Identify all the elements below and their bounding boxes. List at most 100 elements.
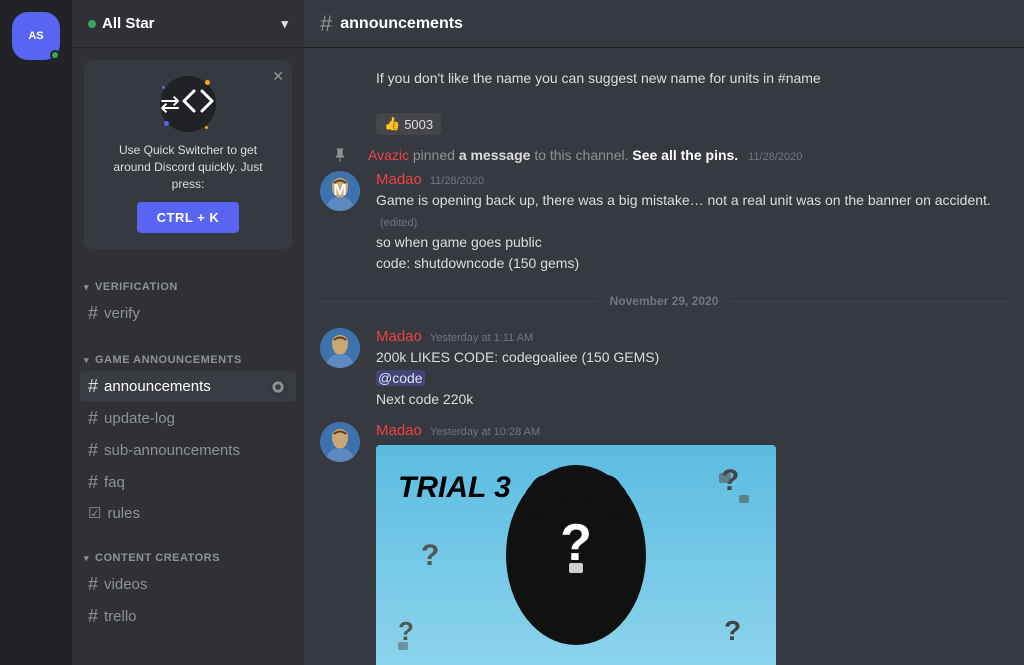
- server-dropdown-icon: ▾: [281, 16, 288, 32]
- server-name: All Star: [102, 15, 155, 32]
- channel-sidebar: All Star ▾ ✕ Use Quick Switcher to get a…: [72, 0, 304, 665]
- message-content-madao-1: Madao 11/28/2020 Game is opening back up…: [376, 171, 1008, 274]
- edited-label: (edited): [380, 217, 417, 229]
- hash-icon-announcements: #: [88, 376, 98, 397]
- category-label-verification: VERIFICATION: [95, 281, 178, 293]
- message-text-madao-2: 200k LIKES CODE: codegoaliee (150 GEMS) …: [376, 347, 1008, 410]
- hash-icon-verify: #: [88, 303, 98, 324]
- quick-switcher-popup: ✕ Use Quick Switcher to get around Disco…: [84, 60, 292, 249]
- system-pin-message: Avazic pinned a message to this channel.…: [304, 143, 1024, 167]
- pin-suffix: to this channel.: [534, 147, 632, 163]
- category-verification: ▾ VERIFICATION # verify: [72, 261, 304, 334]
- category-game-announcements: ▾ GAME ANNOUNCEMENTS # announcements # u…: [72, 334, 304, 532]
- category-arrow-verification: ▾: [84, 282, 89, 293]
- category-label-game-announcements: GAME ANNOUNCEMENTS: [95, 354, 242, 366]
- message-timestamp-madao-2: Yesterday at 1:11 AM: [430, 332, 533, 344]
- channel-name-update-log: update-log: [104, 410, 175, 427]
- pin-author: Avazic: [368, 147, 409, 163]
- reaction-emoji: 👍: [384, 116, 400, 132]
- category-header-verification[interactable]: ▾ VERIFICATION: [80, 277, 296, 297]
- avatar-madao-1: [320, 171, 360, 211]
- close-popup-button[interactable]: ✕: [272, 68, 284, 85]
- message-author-madao-3: Madao: [376, 422, 422, 439]
- message-text-top: If you don't like the name you can sugge…: [376, 68, 1008, 89]
- message-author-madao-2: Madao: [376, 328, 422, 345]
- channel-item-faq[interactable]: # faq: [80, 467, 296, 498]
- date-divider-text: November 29, 2020: [598, 294, 731, 308]
- server-icon-allstar[interactable]: AS: [12, 12, 60, 60]
- channel-name-announcements: announcements: [104, 378, 211, 395]
- channel-item-announcements[interactable]: # announcements: [80, 371, 296, 402]
- category-label-content-creators: CONTENT CREATORS: [95, 552, 220, 564]
- channel-item-trello[interactable]: # trello: [80, 601, 296, 632]
- category-content-creators: ▾ CONTENT CREATORS # videos # trello: [72, 532, 304, 637]
- channel-header-name: announcements: [340, 15, 463, 33]
- avatar-madao-2: [320, 328, 360, 368]
- switcher-icon: [160, 76, 216, 132]
- trial-image-svg: ? TRIAL 3 ? ? ?: [376, 445, 776, 665]
- main-content: # announcements If you don't like the na…: [304, 0, 1024, 665]
- category-header-game-announcements[interactable]: ▾ GAME ANNOUNCEMENTS: [80, 350, 296, 370]
- svg-text:?: ?: [421, 539, 439, 572]
- message-content-madao-2: Madao Yesterday at 1:11 AM 200k LIKES CO…: [376, 328, 1008, 410]
- message-group-madao-3: Madao Yesterday at 10:28 AM TRIAL 3 ? ? …: [304, 418, 1024, 665]
- channel-item-rules[interactable]: ☑ rules: [80, 499, 296, 527]
- message-group-madao-2: Madao Yesterday at 1:11 AM 200k LIKES CO…: [304, 324, 1024, 414]
- message-text-madao-1: Game is opening back up, there was a big…: [376, 190, 1008, 274]
- category-header-content-creators[interactable]: ▾ CONTENT CREATORS: [80, 548, 296, 568]
- server-active-indicator: [50, 50, 60, 60]
- messages-area[interactable]: If you don't like the name you can sugge…: [304, 48, 1024, 665]
- avatar-madao-3: [320, 422, 360, 462]
- channel-name-rules: rules: [107, 505, 140, 522]
- reaction-count: 5003: [404, 117, 433, 132]
- channel-name-verify: verify: [104, 305, 140, 322]
- channel-item-sub-announcements[interactable]: # sub-announcements: [80, 435, 296, 466]
- svg-text:?: ?: [398, 616, 414, 646]
- svg-text:TRIAL 3: TRIAL 3: [398, 471, 511, 504]
- system-message-text: Avazic pinned a message to this channel.…: [368, 147, 802, 163]
- channel-item-videos[interactable]: # videos: [80, 569, 296, 600]
- check-icon-rules: ☑: [88, 504, 101, 522]
- message-group-madao-1: Madao 11/28/2020 Game is opening back up…: [304, 167, 1024, 278]
- reaction-thumbsup[interactable]: 👍 5003: [376, 113, 441, 135]
- message-header-madao-1: Madao 11/28/2020: [376, 171, 1008, 188]
- channel-header-hash: #: [320, 11, 332, 37]
- hash-icon-videos: #: [88, 574, 98, 595]
- hash-icon-faq: #: [88, 472, 98, 493]
- trial-3-image: TRIAL 3 ? ? ? ?: [376, 445, 776, 665]
- channel-name-sub-announcements: sub-announcements: [104, 442, 240, 459]
- message-author-madao-1: Madao: [376, 171, 422, 188]
- trial-image-container: TRIAL 3 ? ? ? ?: [376, 445, 776, 665]
- pin-bold: a message: [459, 147, 531, 163]
- pin-icon: [320, 147, 360, 163]
- category-arrow-game-announcements: ▾: [84, 355, 89, 366]
- hash-icon-trello: #: [88, 606, 98, 627]
- channel-list: ▾ VERIFICATION # verify ▾ GAME ANNOUNCEM…: [72, 261, 304, 665]
- hash-icon-sub-announcements: #: [88, 440, 98, 461]
- channel-item-update-log[interactable]: # update-log: [80, 403, 296, 434]
- message-timestamp-madao-3: Yesterday at 10:28 AM: [430, 426, 540, 438]
- code-mention: @code: [376, 370, 425, 386]
- pin-action: pinned: [413, 147, 459, 163]
- channel-header: # announcements: [304, 0, 1024, 48]
- channel-name-trello: trello: [104, 608, 137, 625]
- svg-text:?: ?: [724, 615, 741, 646]
- message-header-madao-3: Madao Yesterday at 10:28 AM: [376, 422, 1008, 439]
- message-content-madao-3: Madao Yesterday at 10:28 AM TRIAL 3 ? ? …: [376, 422, 1008, 665]
- message-header-madao-2: Madao Yesterday at 1:11 AM: [376, 328, 1008, 345]
- server-header[interactable]: All Star ▾: [72, 0, 304, 48]
- see-all-pins-link[interactable]: See all the pins.: [632, 147, 738, 163]
- server-sidebar: AS: [0, 0, 72, 665]
- channel-name-faq: faq: [104, 474, 125, 491]
- message-timestamp-madao-1: 11/28/2020: [430, 175, 484, 187]
- hash-icon-update-log: #: [88, 408, 98, 429]
- category-arrow-content-creators: ▾: [84, 553, 89, 564]
- date-divider-nov29: November 29, 2020: [304, 286, 1024, 316]
- quick-switcher-text: Use Quick Switcher to get around Discord…: [100, 142, 276, 192]
- pin-timestamp: 11/28/2020: [748, 151, 802, 163]
- message-group-reaction: If you don't like the name you can sugge…: [304, 64, 1024, 139]
- channel-name-videos: videos: [104, 576, 147, 593]
- channel-badge-announcements: [268, 377, 288, 397]
- channel-item-verify[interactable]: # verify: [80, 298, 296, 329]
- ctrl-k-button[interactable]: CTRL + K: [137, 202, 240, 233]
